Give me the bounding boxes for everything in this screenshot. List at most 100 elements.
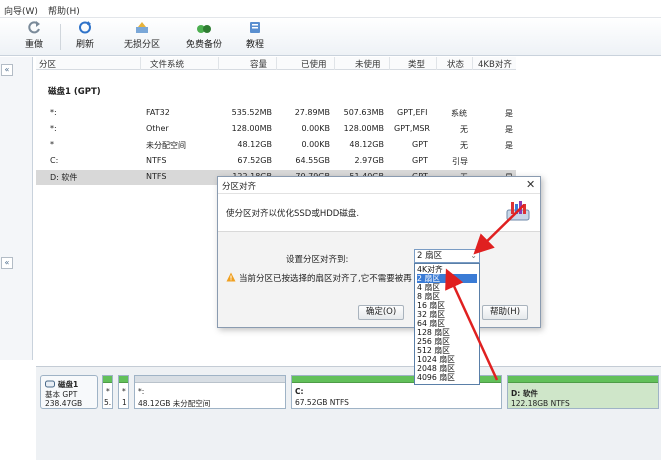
option-item[interactable]: 16 扇区 <box>417 301 477 310</box>
partition-label: D: 软件 <box>511 389 538 398</box>
cell-status: 引导 <box>452 157 468 166</box>
col-capacity[interactable]: 容量 <box>250 58 267 70</box>
cell-status: 无 <box>460 125 468 134</box>
partition-block-msr[interactable]: * 1 <box>118 375 129 409</box>
cell-type: GPT <box>412 156 428 165</box>
cell-type: GPT <box>412 140 428 149</box>
menu-help[interactable]: 帮助(H) <box>48 4 80 17</box>
cell-used: 64.55GB <box>295 156 330 165</box>
cell-free: 128.00MB <box>343 124 384 133</box>
close-icon[interactable]: ✕ <box>526 178 535 191</box>
column-divider <box>472 57 473 70</box>
cell-free: 48.12GB <box>349 140 384 149</box>
option-item[interactable]: 2048 扇区 <box>417 364 477 373</box>
partition-desc: 48.12GB 未分配空间 <box>138 399 211 408</box>
partition-usage-bar <box>119 376 128 383</box>
redo-icon <box>28 21 40 34</box>
option-item[interactable]: 4 扇区 <box>417 283 477 292</box>
partition-label: *: <box>138 387 145 396</box>
column-divider <box>436 57 437 70</box>
undo-button[interactable]: 重做 <box>22 20 46 54</box>
dialog-header: 使分区对齐以优化SSD或HDD磁盘. <box>218 194 540 232</box>
col-4k-align[interactable]: 4KB对齐 <box>478 58 512 70</box>
cell-filesystem: Other <box>146 124 169 133</box>
option-item[interactable]: 4096 扇区 <box>417 373 477 382</box>
disk-icon <box>45 380 55 388</box>
partition-label: C: <box>295 387 304 396</box>
table-row[interactable]: *: Other 128.00MB 0.00KB 128.00MB GPT,MS… <box>36 122 516 137</box>
undo-label: 重做 <box>24 40 43 50</box>
cell-status: 无 <box>460 141 468 150</box>
partition-usage-bar <box>103 376 112 383</box>
option-item[interactable]: 64 扇区 <box>417 319 477 328</box>
partition-block-efi[interactable]: * 5. <box>102 375 113 409</box>
column-divider <box>140 57 141 70</box>
setting-label: 设置分区对齐到: <box>286 255 349 265</box>
warning-text: 当前分区已按选择的扇区对齐了,它不需要被再 <box>239 274 412 284</box>
ssd-align-icon <box>506 201 530 221</box>
lossless-partition-button[interactable]: 无损分区 <box>120 20 164 54</box>
tutorial-label: 教程 <box>245 40 264 50</box>
refresh-icon <box>79 21 91 34</box>
refresh-button[interactable]: 刷新 <box>72 20 98 54</box>
cell-4k-align: 是 <box>505 109 513 118</box>
cell-partition: *: <box>50 108 57 117</box>
col-status[interactable]: 状态 <box>447 58 464 70</box>
option-item[interactable]: 512 扇区 <box>417 346 477 355</box>
partition-desc: 67.52GB NTFS <box>295 398 349 407</box>
menu-wizard[interactable]: 向导(W) <box>4 4 38 17</box>
menu-bar: 向导(W) 帮助(H) <box>0 0 661 18</box>
cell-filesystem: 未分配空间 <box>146 141 186 150</box>
toolbar: 重做 刷新 无损分区 免费备份 教程 <box>0 18 661 56</box>
cell-4k-align: 是 <box>505 125 513 134</box>
backup-icon <box>197 25 211 33</box>
free-backup-button[interactable]: 免费备份 <box>184 20 224 54</box>
partition-size: 1 <box>122 398 127 407</box>
collapse-chevron-icon[interactable]: « <box>1 257 13 269</box>
cell-status: 系统 <box>451 109 467 118</box>
dialog-description: 使分区对齐以优化SSD或HDD磁盘. <box>226 209 360 219</box>
help-button[interactable]: 帮助(H) <box>482 305 528 320</box>
table-row[interactable]: * 未分配空间 48.12GB 0.00KB 48.12GB GPT 无 是 <box>36 138 516 153</box>
table-header: 分区 文件系统 容量 已使用 未使用 类型 状态 4KB对齐 <box>36 57 516 70</box>
side-panel: « « <box>0 57 33 360</box>
cell-capacity: 67.52GB <box>237 156 272 165</box>
cell-used: 0.00KB <box>301 124 330 133</box>
cell-free: 507.63MB <box>343 108 384 117</box>
col-filesystem[interactable]: 文件系统 <box>150 58 184 70</box>
table-row[interactable]: C: NTFS 67.52GB 64.55GB 2.97GB GPT 引导 <box>36 154 516 169</box>
cell-used: 0.00KB <box>301 140 330 149</box>
toolbar-divider <box>60 24 61 50</box>
lossless-partition-label: 无损分区 <box>123 40 160 50</box>
option-item[interactable]: 256 扇区 <box>417 337 477 346</box>
chevron-down-icon: ⌄ <box>470 251 477 260</box>
col-used[interactable]: 已使用 <box>301 58 327 70</box>
option-item[interactable]: 128 扇区 <box>417 328 477 337</box>
partition-desc: 122.18GB NTFS <box>511 399 570 408</box>
partition-align-dialog: 分区对齐 ✕ 使分区对齐以优化SSD或HDD磁盘. 设置分区对齐到: 当前分区已… <box>217 176 541 328</box>
cell-4k-align: 是 <box>505 141 513 150</box>
cell-capacity: 535.52MB <box>231 108 272 117</box>
col-partition[interactable]: 分区 <box>39 58 56 70</box>
partition-block-unallocated[interactable]: *: 48.12GB 未分配空间 <box>134 375 286 409</box>
ok-button[interactable]: 确定(O) <box>358 305 404 320</box>
option-item[interactable]: 32 扇区 <box>417 310 477 319</box>
partition-assistant-window: 向导(W) 帮助(H) 重做 刷新 无损分区 免费备份 教程 « « 分区 文件… <box>0 0 661 460</box>
disk-info-box[interactable]: 磁盘1 基本 GPT 238.47GB <box>40 375 98 409</box>
table-row[interactable]: *: FAT32 535.52MB 27.89MB 507.63MB GPT,E… <box>36 106 516 121</box>
option-item[interactable]: 8 扇区 <box>417 292 477 301</box>
cell-capacity: 128.00MB <box>231 124 272 133</box>
tutorial-button[interactable]: 教程 <box>243 20 267 54</box>
cell-partition: *: <box>50 124 57 133</box>
alignment-select[interactable]: 2 扇区 ⌄ <box>414 249 480 263</box>
cell-used: 27.89MB <box>294 108 330 117</box>
collapse-chevron-icon[interactable]: « <box>1 64 13 76</box>
option-item[interactable]: 4K对齐 <box>417 265 477 274</box>
option-item-selected[interactable]: 2 扇区 <box>417 274 477 283</box>
col-type[interactable]: 类型 <box>408 58 425 70</box>
col-free[interactable]: 未使用 <box>355 58 381 70</box>
partition-block-d[interactable]: D: 软件 122.18GB NTFS <box>507 375 659 409</box>
disk-map: 磁盘1 基本 GPT 238.47GB * 5. * 1 *: 48.12GB … <box>36 366 661 460</box>
option-item[interactable]: 1024 扇区 <box>417 355 477 364</box>
cell-partition: * <box>50 140 54 149</box>
